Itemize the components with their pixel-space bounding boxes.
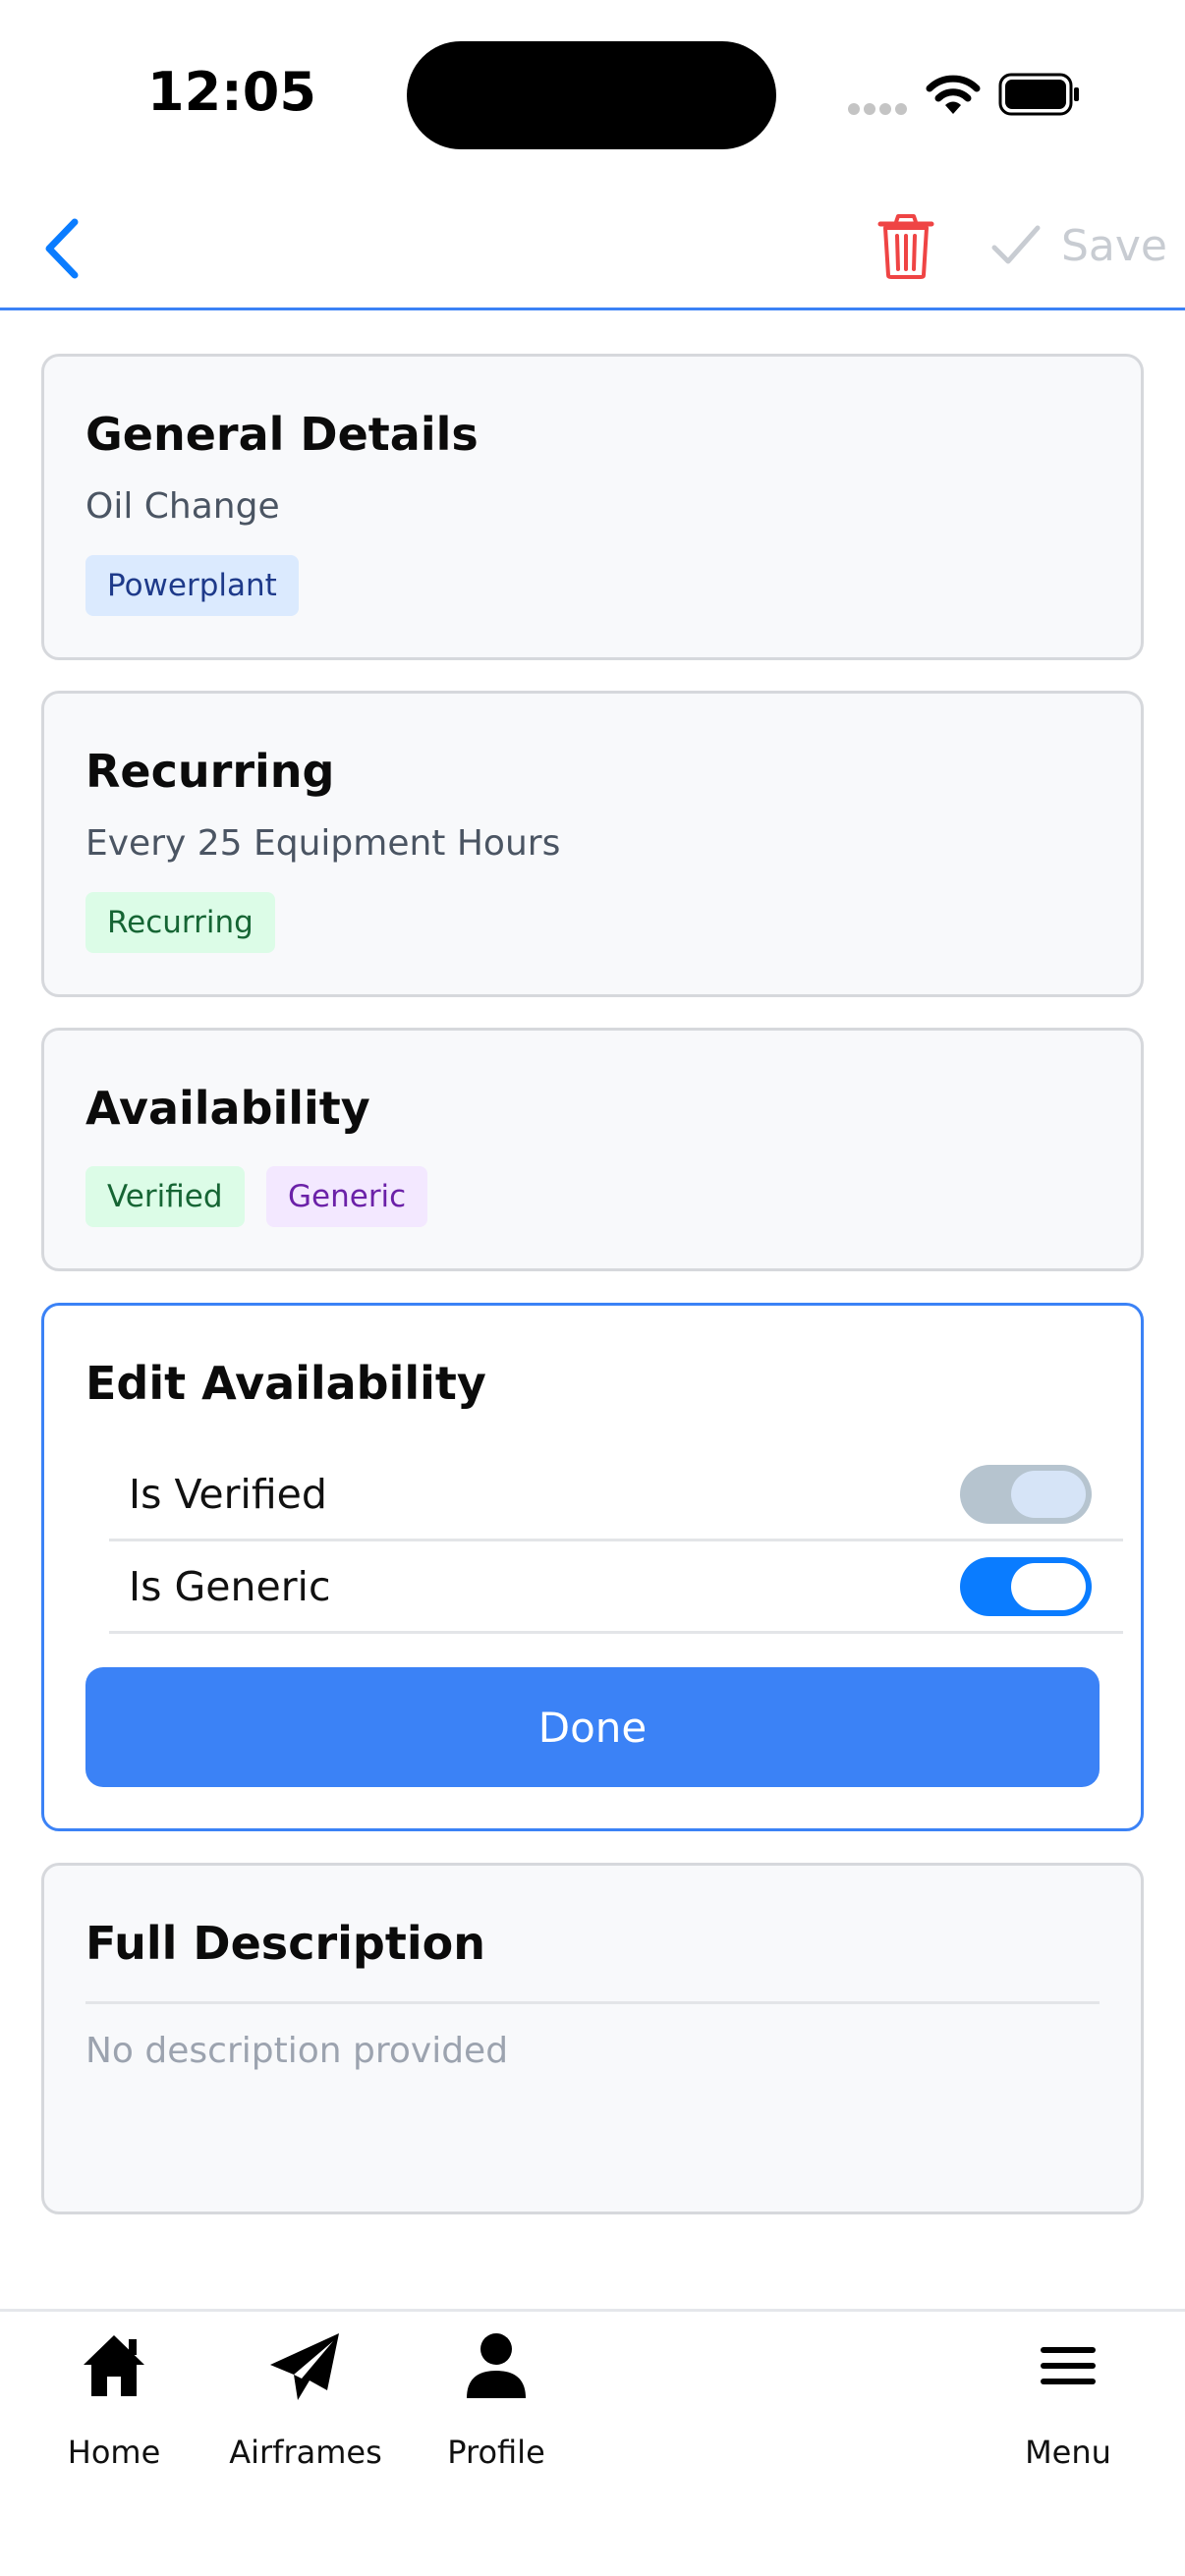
is-generic-label: Is Generic <box>129 1563 331 1610</box>
tab-airframes[interactable]: Airframes <box>207 2331 404 2479</box>
recurring-card: Recurring Every 25 Equipment Hours Recur… <box>41 691 1144 997</box>
nav-bar: Save <box>0 187 1185 310</box>
general-details-title: General Details <box>85 408 479 461</box>
availability-title: Availability <box>85 1082 370 1135</box>
verified-badge: Verified <box>85 1166 245 1227</box>
person-icon <box>467 2333 526 2398</box>
tab-label: Profile <box>447 2434 545 2471</box>
trash-icon[interactable] <box>876 212 935 281</box>
description-divider <box>85 2001 1100 2004</box>
save-label: Save <box>1061 220 1168 271</box>
is-verified-label: Is Verified <box>129 1471 327 1518</box>
save-button[interactable]: Save <box>990 214 1167 277</box>
general-details-card: General Details Oil Change Powerplant <box>41 354 1144 660</box>
task-name: Oil Change <box>85 486 280 527</box>
full-description-card: Full Description No description provided <box>41 1863 1144 2214</box>
category-badge: Powerplant <box>85 555 299 616</box>
wifi-icon <box>926 75 981 114</box>
edit-availability-title: Edit Availability <box>85 1357 486 1410</box>
cellular-signal-icon <box>848 103 907 115</box>
tab-profile[interactable]: Profile <box>398 2331 594 2479</box>
is-generic-toggle[interactable] <box>960 1557 1092 1616</box>
tab-home[interactable]: Home <box>16 2331 212 2479</box>
tab-label: Menu <box>1025 2434 1111 2471</box>
dynamic-island <box>407 41 776 149</box>
done-button[interactable]: Done <box>85 1667 1100 1787</box>
toggle-knob <box>1011 1563 1086 1610</box>
edit-availability-card: Edit Availability Is Verified Is Generic… <box>41 1303 1144 1831</box>
tab-menu[interactable]: Menu <box>970 2331 1166 2479</box>
recurring-badge: Recurring <box>85 892 275 953</box>
hamburger-icon <box>1041 2347 1096 2384</box>
checkmark-icon <box>991 225 1041 264</box>
is-generic-row: Is Generic <box>109 1541 1123 1634</box>
status-bar: 12:05 <box>0 0 1185 187</box>
availability-card: Availability Verified Generic <box>41 1028 1144 1271</box>
description-placeholder: No description provided <box>85 2031 509 2071</box>
recurring-title: Recurring <box>85 745 335 798</box>
toggle-knob <box>1011 1471 1086 1518</box>
generic-badge: Generic <box>266 1166 428 1227</box>
status-time: 12:05 <box>147 61 316 123</box>
home-icon <box>84 2335 144 2396</box>
battery-icon <box>998 73 1079 116</box>
is-verified-toggle[interactable] <box>960 1465 1092 1524</box>
paper-plane-icon <box>270 2333 339 2400</box>
tab-bar: Home Airframes Profile Menu <box>0 2309 1185 2576</box>
recurring-interval: Every 25 Equipment Hours <box>85 823 561 864</box>
tab-label: Airframes <box>229 2434 382 2471</box>
back-chevron-icon[interactable] <box>39 216 86 281</box>
is-verified-row: Is Verified <box>109 1449 1123 1541</box>
full-description-title: Full Description <box>85 1917 485 1970</box>
tab-label: Home <box>67 2434 161 2471</box>
